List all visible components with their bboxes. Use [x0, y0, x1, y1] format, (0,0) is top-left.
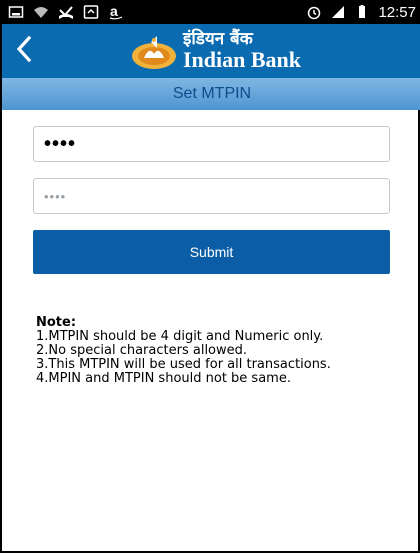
status-bar: a 12:57: [2, 0, 420, 24]
alarm-icon: [306, 4, 322, 20]
page-title: Set MTPIN: [172, 85, 252, 102]
sync-icon: [83, 4, 99, 20]
back-button[interactable]: [10, 33, 38, 69]
note-item: 1.MTPIN should be 4 digit and Numeric on…: [36, 329, 324, 344]
note-item: 2.No special characters allowed.: [36, 343, 248, 358]
submit-label: Submit: [189, 244, 234, 260]
note-item: 3.This MTPIN will be used for all transa…: [36, 357, 331, 372]
chevron-left-icon: [14, 35, 34, 68]
status-time: 12:57: [378, 3, 416, 21]
confirm-mtpin-placeholder: ••••: [44, 188, 67, 204]
page-title-bar: Set MTPIN: [2, 78, 420, 110]
signal-icon: [330, 4, 346, 20]
amazon-icon: a: [108, 3, 124, 20]
app-header: इंडियन बैंक Indian Bank: [2, 24, 420, 78]
battery-icon: [354, 4, 370, 20]
screenshot-icon: [8, 4, 24, 20]
missed-call-icon: [58, 4, 74, 20]
submit-button[interactable]: Submit: [33, 230, 390, 274]
mtpin-value: ••••: [44, 132, 77, 155]
svg-text:a: a: [110, 4, 118, 19]
note-section: Note: 1.MTPIN should be 4 digit and Nume…: [36, 316, 381, 386]
brand-lockup: इंडियन बैंक Indian Bank: [131, 31, 301, 71]
brand-name-english: Indian Bank: [182, 47, 302, 72]
brand-name-hindi: इंडियन बैंक: [182, 29, 253, 49]
indian-bank-logo-icon: [131, 32, 177, 70]
app-screen: a 12:57 इंडियन बैंक Indian Bank Set MTPI…: [0, 0, 420, 553]
note-heading: Note:: [36, 315, 77, 330]
wifi-icon: [33, 4, 49, 20]
note-item: 4.MPIN and MTPIN should not be same.: [36, 371, 291, 386]
confirm-mtpin-field[interactable]: ••••: [33, 178, 390, 214]
mtpin-field[interactable]: ••••: [33, 126, 390, 162]
